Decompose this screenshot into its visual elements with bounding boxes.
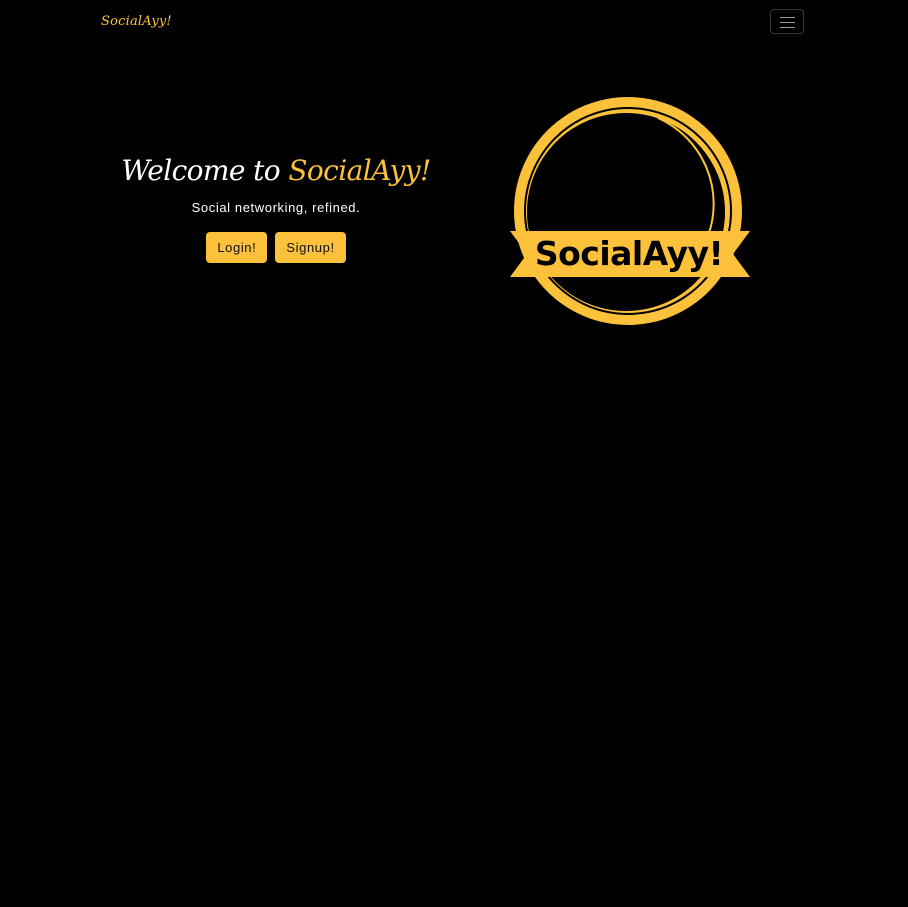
hero-title-accent: SocialAyy! [288, 154, 431, 187]
signup-button[interactable]: Signup! [275, 232, 346, 263]
hero-section: Welcome to SocialAyy! Social networking,… [100, 150, 452, 263]
logo-text: SocialAyy! [535, 234, 723, 273]
top-navbar: SocialAyy! [0, 0, 908, 46]
logo-badge-graphic: SocialAyy! [510, 97, 750, 325]
navbar-brand-link[interactable]: SocialAyy! [101, 14, 172, 29]
hero-title: Welcome to SocialAyy! [100, 150, 452, 192]
socialayy-logo: SocialAyy! [508, 96, 752, 328]
hero-title-prefix: Welcome to [121, 154, 289, 187]
hero-tagline: Social networking, refined. [191, 200, 361, 215]
hamburger-menu-icon [780, 17, 795, 28]
navbar-toggle-button[interactable] [770, 9, 804, 34]
login-button[interactable]: Login! [206, 232, 268, 263]
hero-button-group: Login! Signup! [100, 232, 452, 263]
